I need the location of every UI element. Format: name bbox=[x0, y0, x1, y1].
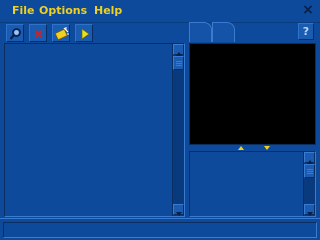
video-preview[interactable] bbox=[189, 43, 316, 145]
tab-2[interactable] bbox=[212, 22, 235, 42]
tab-1[interactable] bbox=[189, 22, 212, 42]
status-text bbox=[3, 222, 317, 238]
scroll-down-button[interactable] bbox=[173, 204, 184, 216]
help-button[interactable]: ? bbox=[298, 23, 314, 40]
scroll-down-button[interactable] bbox=[304, 204, 315, 216]
close-red-icon bbox=[34, 30, 43, 38]
search-button[interactable] bbox=[6, 24, 24, 42]
menu-help[interactable]: Help bbox=[94, 4, 122, 18]
menu-bar: File Options Help × bbox=[0, 0, 320, 22]
scroll-up-button[interactable] bbox=[173, 44, 184, 56]
wand-icon bbox=[54, 27, 69, 41]
delete-button[interactable] bbox=[29, 24, 47, 42]
wand-button[interactable] bbox=[52, 24, 70, 42]
right-scrollbar[interactable] bbox=[303, 152, 315, 216]
left-list-panel[interactable] bbox=[4, 43, 185, 217]
status-bar bbox=[0, 218, 320, 240]
scroll-up-button[interactable] bbox=[304, 152, 315, 164]
close-icon[interactable]: × bbox=[302, 3, 314, 17]
play-icon bbox=[81, 28, 90, 40]
right-list-panel[interactable] bbox=[189, 151, 316, 217]
menu-file[interactable]: File bbox=[12, 4, 35, 18]
left-scrollbar[interactable] bbox=[172, 44, 184, 216]
scroll-thumb[interactable] bbox=[173, 56, 184, 70]
menu-options[interactable]: Options bbox=[39, 4, 87, 18]
toolbar bbox=[0, 22, 320, 42]
play-button[interactable] bbox=[75, 24, 93, 42]
scroll-thumb[interactable] bbox=[304, 164, 315, 178]
magnifier-icon bbox=[9, 28, 21, 40]
